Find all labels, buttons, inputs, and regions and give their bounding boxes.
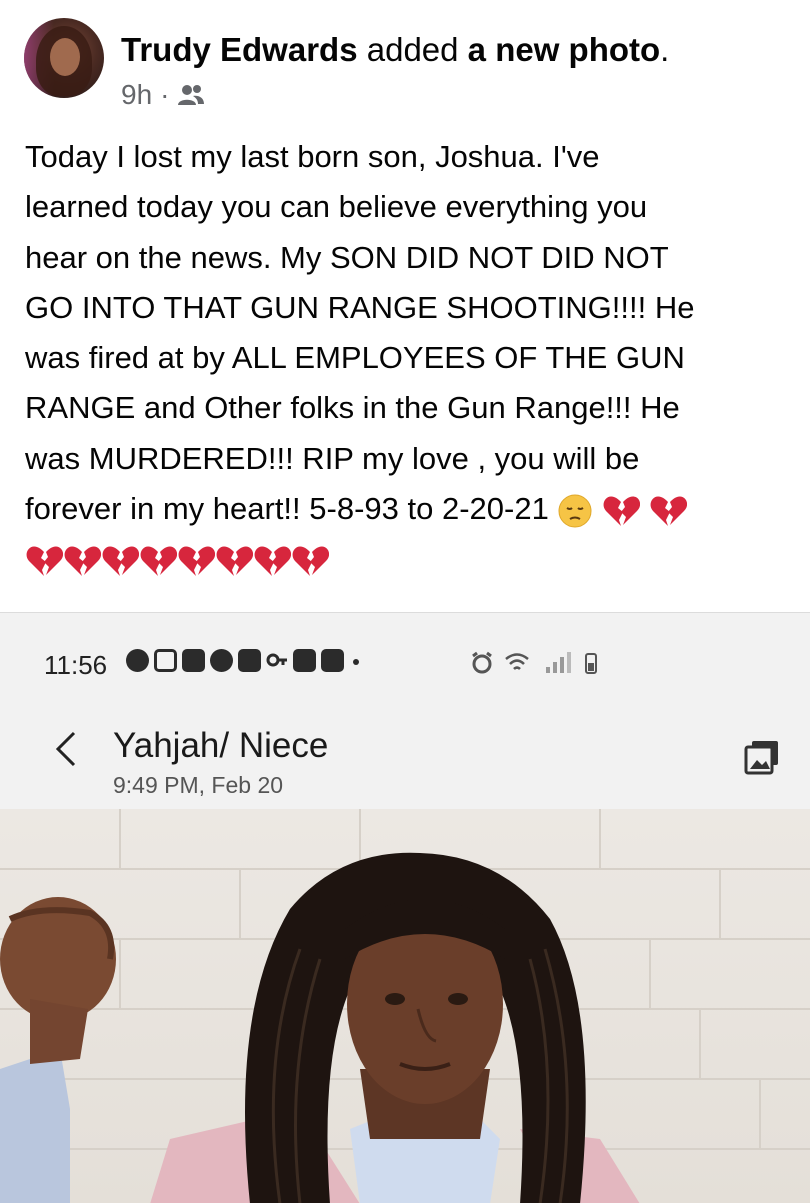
instagram-icon — [154, 649, 177, 672]
post-line: learned today you can believe everything… — [25, 189, 648, 225]
post-line: hear on the news. My SON DID NOT DID NOT — [25, 239, 669, 275]
phone-status-bar: 11:56 — [0, 613, 810, 713]
message-thread-header: Yahjah/ Niece 9:49 PM, Feb 20 — [0, 713, 810, 809]
broken-heart-icon — [64, 546, 101, 577]
post-line: was MURDERED!!! RIP my love , you will b… — [25, 440, 640, 476]
broken-heart-icon — [292, 546, 329, 577]
post-line: was fired at by ALL EMPLOYEES OF THE GUN — [25, 340, 685, 376]
signal-icon — [546, 652, 571, 673]
post-text: Today I lost my last born son, Joshua. I… — [25, 132, 805, 585]
contact-name[interactable]: Yahjah/ Niece — [113, 725, 328, 767]
app-notification-icon — [321, 649, 344, 672]
broken-heart-icon — [650, 496, 687, 526]
broken-heart-icon — [603, 496, 641, 526]
facebook-icon — [210, 649, 233, 672]
facebook-post: Trudy Edwards added a new photo. 9h · To… — [0, 0, 810, 1203]
post-line: RANGE and Other folks in the Gun Range!!… — [25, 390, 680, 426]
post-line: forever in my heart!! 5-8-93 to 2-20-21 — [25, 491, 549, 527]
post-meta: 9h · — [121, 78, 205, 112]
emoji-row — [25, 534, 805, 584]
app-notification-icon — [238, 649, 261, 672]
notification-icons — [126, 649, 363, 672]
broken-heart-icon — [140, 546, 177, 577]
author-name[interactable]: Trudy Edwards — [121, 31, 358, 68]
app-notification-icon — [293, 649, 316, 672]
message-timestamp: 9:49 PM, Feb 20 — [113, 772, 284, 798]
broken-heart-icon — [254, 546, 291, 577]
broken-heart-icon — [102, 546, 139, 577]
photo-of-young-man — [0, 809, 810, 1203]
status-time: 11:56 — [44, 650, 108, 680]
post-photo[interactable]: 11:56 Yahjah/ Niece 9:49 PM, Feb 20 — [0, 612, 810, 1203]
broken-heart-icon — [178, 546, 215, 577]
post-action: added — [366, 31, 459, 68]
post-header-line: Trudy Edwards added a new photo. — [121, 30, 669, 70]
pensive-face-icon — [558, 494, 592, 528]
chevron-left-icon[interactable] — [50, 729, 82, 769]
alarm-icon — [472, 651, 492, 674]
broken-heart-icon — [26, 546, 63, 577]
battery-icon — [585, 653, 597, 674]
broken-heart-icon — [216, 546, 253, 577]
post-time[interactable]: 9h — [121, 78, 152, 112]
post-header: Trudy Edwards added a new photo. 9h · — [0, 0, 810, 128]
message-image[interactable] — [0, 809, 810, 1203]
post-period: . — [660, 31, 670, 68]
wifi-icon — [505, 653, 529, 670]
app-notification-icon — [182, 649, 205, 672]
gallery-icon[interactable] — [744, 739, 780, 775]
post-line: Today I lost my last born son, Joshua. I… — [25, 139, 600, 174]
message-icon — [126, 649, 149, 672]
post-line-with-emoji: forever in my heart!! 5-8-93 to 2-20-21 — [25, 484, 805, 534]
system-status-icons — [470, 651, 598, 675]
post-line: GO INTO THAT GUN RANGE SHOOTING!!!! He — [25, 289, 695, 325]
friends-icon[interactable] — [177, 83, 205, 107]
more-notifications-dot-icon — [353, 659, 359, 665]
raised-fist — [0, 897, 116, 1203]
meta-separator: · — [160, 79, 170, 110]
author-avatar[interactable] — [24, 18, 104, 98]
post-object[interactable]: a new photo — [468, 31, 661, 68]
key-icon — [266, 653, 287, 667]
